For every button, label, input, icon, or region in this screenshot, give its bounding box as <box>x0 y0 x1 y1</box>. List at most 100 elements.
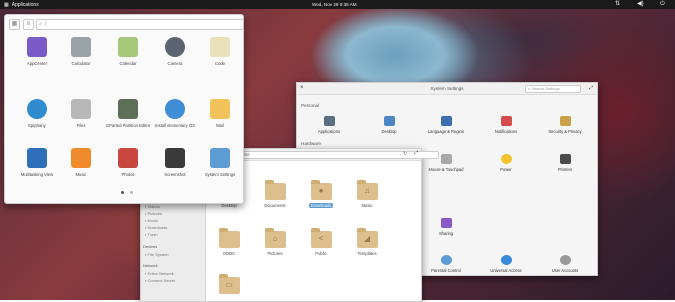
folder-videos[interactable]: ▭ <box>208 274 250 294</box>
gparted-icon <box>118 99 138 119</box>
server-icon: ▪ <box>145 278 147 283</box>
sidebar-item-trash[interactable]: ▪ Trash <box>145 232 158 237</box>
folder-public[interactable]: < Public <box>300 228 342 256</box>
sidebar-item-label: Videos <box>147 204 160 209</box>
app-label: Screenshot <box>164 172 186 177</box>
app-appcenter[interactable]: AppCenter <box>14 37 60 66</box>
search-icon: ⌕ <box>39 21 42 27</box>
installer-icon <box>165 99 185 119</box>
app-music[interactable]: Music <box>58 148 104 177</box>
grid-view-icon[interactable]: ▦ <box>9 19 20 30</box>
printer-icon <box>559 154 571 164</box>
app-code[interactable]: Code <box>197 37 243 66</box>
folder-documents[interactable]: Documents <box>254 180 296 208</box>
user-accounts-icon <box>559 255 571 265</box>
app-label: Install elementary OS <box>154 123 196 128</box>
volume-icon[interactable]: ◀) <box>637 1 644 8</box>
maximize-icon[interactable]: ⤢ <box>589 85 593 91</box>
settings-label: Language & Region <box>427 129 465 134</box>
app-mail[interactable]: Mail <box>197 99 243 128</box>
app-screenshot[interactable]: Screenshot <box>152 148 198 177</box>
app-calculator[interactable]: Calculator <box>58 37 104 66</box>
calendar-icon <box>118 37 138 57</box>
folder-templates[interactable]: ◢ Templates <box>346 228 388 256</box>
title-bar[interactable]: × System Settings ⌕ Search Settings ⤢ <box>297 83 597 95</box>
settings-power[interactable]: Power <box>479 154 533 172</box>
folder-oddc[interactable]: ODDC <box>208 228 250 256</box>
application-menu: ▦ ≡ ⌕ | AppCenter Calculator Calendar Ca… <box>4 14 244 204</box>
settings-security[interactable]: Security & Privacy <box>538 116 592 134</box>
mail-icon <box>210 99 230 119</box>
network-icon[interactable]: ⇅ <box>615 1 620 8</box>
folder-label: Pictures <box>267 251 283 256</box>
settings-icon <box>210 148 230 168</box>
search-placeholder: Search Settings <box>531 86 560 91</box>
app-gparted[interactable]: GParted Partition Editor <box>105 99 151 128</box>
folder-music[interactable]: ♫ Music <box>346 180 388 208</box>
app-epiphany[interactable]: Epiphany <box>14 99 60 128</box>
sidebar-item-entire-network[interactable]: ▪ Entire Network <box>145 271 174 276</box>
settings-user-accounts[interactable]: User Accounts <box>538 255 592 273</box>
category-view-icon[interactable]: ≡ <box>23 19 34 30</box>
music-folder-icon: ♫ <box>356 180 378 200</box>
sidebar-item-label: Entire Network <box>147 271 174 276</box>
settings-notifications[interactable]: Notifications <box>479 116 533 134</box>
settings-sharing[interactable]: Sharing <box>419 218 473 236</box>
grid-icon: ▦ <box>4 2 9 8</box>
network-icon: ▪ <box>145 271 147 276</box>
app-calendar[interactable]: Calendar <box>105 37 151 66</box>
sidebar-item-file-system[interactable]: ▪ File System <box>145 252 168 257</box>
sidebar-item-label: File System <box>147 252 169 257</box>
app-photos[interactable]: Photos <box>105 148 151 177</box>
page-dot-2[interactable] <box>130 191 133 194</box>
sidebar-item-label: Pictures <box>147 211 162 216</box>
app-camera[interactable]: Camera <box>152 37 198 66</box>
settings-label: Universal Access <box>490 268 522 273</box>
settings-printers[interactable]: Printers <box>538 154 592 172</box>
security-icon <box>559 116 571 126</box>
app-search-input[interactable]: ⌕ | <box>36 19 244 30</box>
page-dot-1[interactable] <box>121 191 124 194</box>
app-label: Music <box>75 172 87 177</box>
clock[interactable]: Wed, Nov 28 9:38 AM <box>312 2 357 7</box>
settings-desktop[interactable]: Desktop <box>362 116 416 134</box>
pictures-icon: ▪ <box>145 211 147 216</box>
settings-applications[interactable]: Applications <box>302 116 356 134</box>
app-label: Photos <box>121 172 135 177</box>
photos-icon <box>118 148 138 168</box>
settings-parental-control[interactable]: Parental Control <box>419 255 473 273</box>
power-icon[interactable]: ⏻ <box>660 1 665 8</box>
sidebar-section-devices: Devices <box>143 244 158 249</box>
applications-menu-button[interactable]: ▦ Applications <box>4 2 39 8</box>
folder-label: Documents <box>264 203 286 208</box>
app-installer[interactable]: Install elementary OS <box>152 99 198 128</box>
sidebar-item-connect-server[interactable]: ▪ Connect Server <box>145 278 175 283</box>
settings-language[interactable]: Language & Region <box>419 116 473 134</box>
folder-label: ODDC <box>222 251 236 256</box>
app-system-settings[interactable]: System Settings <box>197 148 243 177</box>
app-files[interactable]: Files <box>58 99 104 128</box>
sidebar-item-music[interactable]: ▪ Music <box>145 218 158 223</box>
settings-label: Mouse & Touchpad <box>428 167 464 172</box>
sidebar-item-pictures[interactable]: ▪ Pictures <box>145 211 162 216</box>
refresh-icon[interactable]: ↻ <box>403 151 407 157</box>
parental-control-icon <box>440 255 452 265</box>
sidebar-item-videos[interactable]: ▪ Videos <box>145 204 160 209</box>
app-label: GParted Partition Editor <box>105 123 151 128</box>
sidebar-item-label: Connect Server <box>147 278 176 283</box>
multitasking-icon <box>27 148 47 168</box>
universal-access-icon <box>500 255 512 265</box>
appcenter-icon <box>27 37 47 57</box>
folder-downloads[interactable]: ● Downloads <box>300 180 342 209</box>
search-icon: ⌕ <box>528 86 531 91</box>
settings-label: Sharing <box>438 231 454 236</box>
sidebar-item-downloads[interactable]: ▪ Downloads <box>145 225 167 230</box>
folder-pictures[interactable]: ⌂ Pictures <box>254 228 296 256</box>
sidebar-item-label: Trash <box>147 232 158 237</box>
maximize-icon[interactable]: ⤢ <box>414 150 418 156</box>
settings-label: Parental Control <box>431 268 461 273</box>
app-multitasking[interactable]: Multitasking View <box>14 148 60 177</box>
settings-search-input[interactable]: ⌕ Search Settings <box>525 85 581 93</box>
settings-label: Desktop <box>381 129 397 134</box>
settings-universal-access[interactable]: Universal Access <box>479 255 533 273</box>
